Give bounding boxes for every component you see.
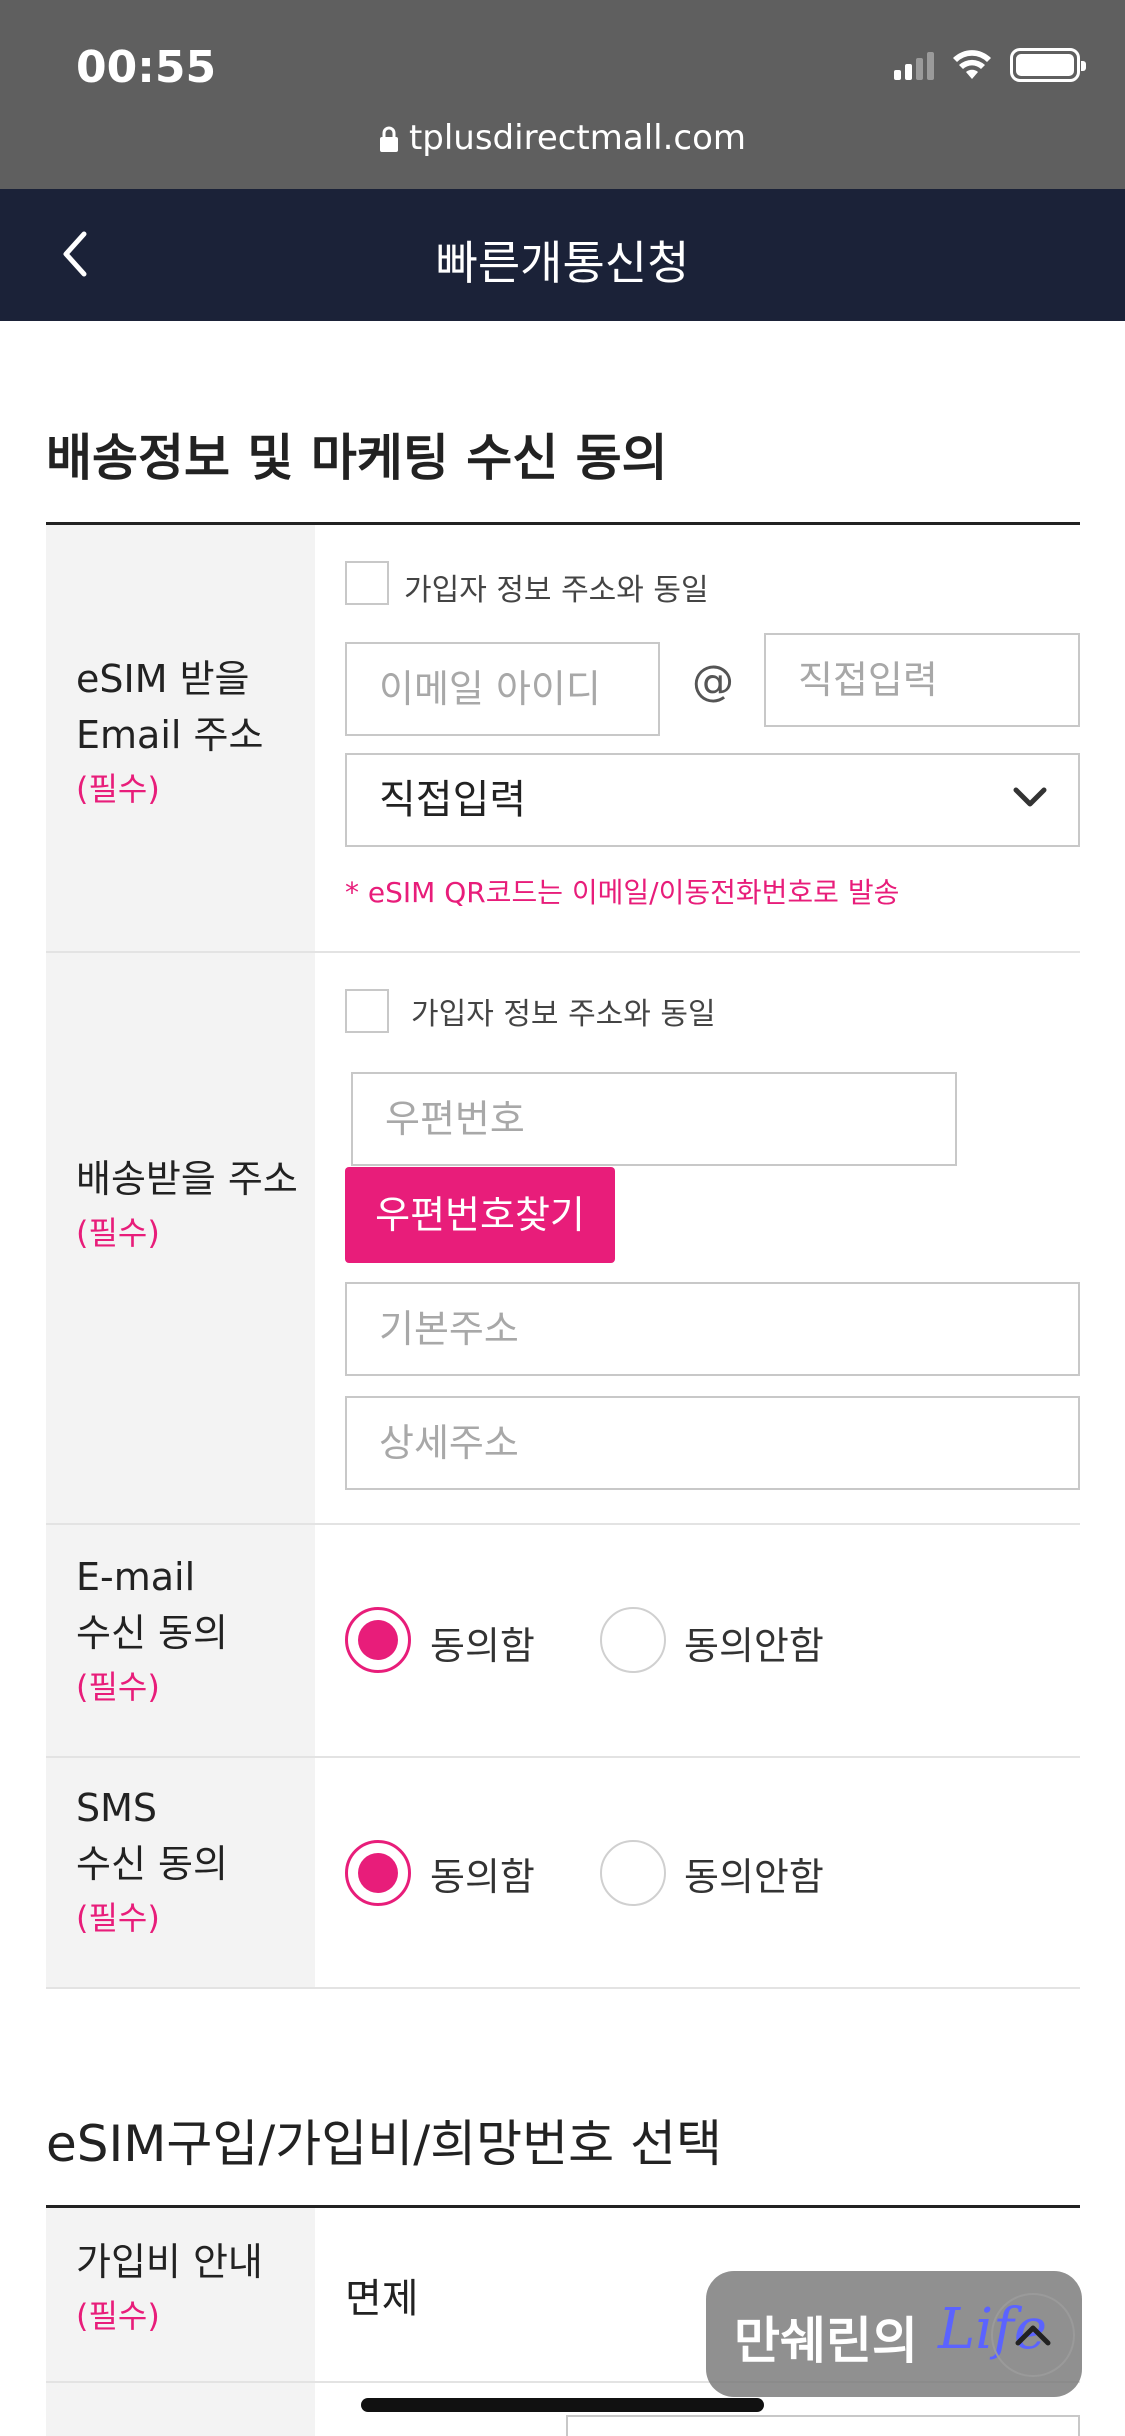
label-line: 배송받을 주소 xyxy=(76,1157,298,1201)
basic-address-input[interactable]: 기본주소 xyxy=(345,1282,1080,1376)
lock-icon xyxy=(379,126,398,152)
signal-icon xyxy=(894,50,934,80)
row-label: 가입비 안내 (필수) xyxy=(76,2234,263,2342)
wifi-icon xyxy=(953,50,991,79)
page-title: 빠른개통신청 xyxy=(435,236,690,290)
home-indicator xyxy=(361,2398,764,2412)
at-symbol: @ xyxy=(692,656,734,705)
battery-icon xyxy=(1010,48,1086,82)
required-mark: (필수) xyxy=(76,1899,160,1937)
label-cell: eSIM 받을 Email 주소 (필수) xyxy=(46,525,315,951)
detail-address-input[interactable]: 상세주소 xyxy=(345,1396,1080,1490)
join-fee-value: 면제 xyxy=(345,2276,419,2322)
required-mark: (필수) xyxy=(76,2297,160,2335)
label-line: Email 주소 xyxy=(76,713,264,757)
row-label: E-mail 수신 동의 (필수) xyxy=(76,1549,228,1713)
label-line: eSIM 받을 xyxy=(76,657,250,701)
label-line: 수신 동의 xyxy=(76,1842,228,1886)
row-sms-consent: SMS 수신 동의 (필수) 동의함 동의안함 xyxy=(46,1758,1080,1989)
page-header: 빠른개통신청 xyxy=(0,189,1125,321)
row-shipping-address: 배송받을 주소 (필수) 가입자 정보 주소와 동일 우편번호 우편번호찾기 기… xyxy=(46,953,1080,1525)
url-text: tplusdirectmall.com xyxy=(408,118,747,158)
scroll-top-button[interactable] xyxy=(991,2293,1075,2377)
required-mark: (필수) xyxy=(76,770,160,808)
agree-label: 동의함 xyxy=(430,1624,535,1668)
label-cell: 배송받을 주소 (필수) xyxy=(46,953,315,1523)
label-cell: 가입비 안내 (필수) xyxy=(46,2208,315,2381)
chevron-down-icon xyxy=(1013,787,1047,807)
agree-label: 동의함 xyxy=(430,1855,535,1899)
email-domain-select[interactable]: 직접입력 xyxy=(345,753,1080,847)
chevron-up-icon xyxy=(1015,2325,1051,2346)
label-cell: SMS 수신 동의 (필수) xyxy=(46,1758,315,1987)
email-consent-disagree-radio[interactable] xyxy=(600,1607,666,1673)
label-line: 수신 동의 xyxy=(76,1611,228,1655)
status-icons xyxy=(894,48,1086,82)
section-title-shipping: 배송정보 및 마케팅 수신 동의 xyxy=(46,429,668,487)
sms-consent-agree-radio[interactable] xyxy=(345,1840,411,1906)
select-value: 직접입력 xyxy=(379,777,527,823)
row-email-consent: E-mail 수신 동의 (필수) 동의함 동의안함 xyxy=(46,1525,1080,1758)
sms-consent-disagree-radio[interactable] xyxy=(600,1840,666,1906)
zipcode-input[interactable]: 우편번호 xyxy=(351,1072,957,1166)
section-title-esim-purchase: eSIM구입/가입비/희망번호 선택 xyxy=(46,2115,722,2173)
email-consent-agree-radio[interactable] xyxy=(345,1607,411,1673)
watermark-overlay: 만쉐린의 Life xyxy=(706,2271,1082,2397)
watermark-text: 만쉐린의 xyxy=(734,2312,918,2370)
same-as-subscriber-checkbox[interactable] xyxy=(345,561,389,605)
same-as-subscriber-label: 가입자 정보 주소와 동일 xyxy=(404,573,709,608)
required-mark: (필수) xyxy=(76,1668,160,1706)
browser-status-bar: 00:55 tplusdirectmall.com xyxy=(0,0,1125,189)
row-label: 배송받을 주소 (필수) xyxy=(76,1151,298,1259)
address-bar[interactable]: tplusdirectmall.com xyxy=(0,118,1125,158)
email-domain-input[interactable]: 직접입력 xyxy=(764,633,1080,727)
same-as-subscriber-checkbox[interactable] xyxy=(345,989,389,1033)
label-line: 가입비 안내 xyxy=(76,2240,263,2284)
disagree-label: 동의안함 xyxy=(684,1855,824,1899)
partial-input[interactable] xyxy=(566,2415,1080,2436)
required-mark: (필수) xyxy=(76,1214,160,1252)
status-time: 00:55 xyxy=(76,42,217,93)
find-zipcode-button[interactable]: 우편번호찾기 xyxy=(345,1167,615,1263)
label-line: SMS xyxy=(76,1786,158,1830)
row-esim-email: eSIM 받을 Email 주소 (필수) 가입자 정보 주소와 동일 이메일 … xyxy=(46,525,1080,953)
row-label: eSIM 받을 Email 주소 (필수) xyxy=(76,651,263,815)
row-label: SMS 수신 동의 (필수) xyxy=(76,1780,228,1944)
label-cell: E-mail 수신 동의 (필수) xyxy=(46,1525,315,1756)
label-line: E-mail xyxy=(76,1555,196,1599)
label-cell xyxy=(46,2383,315,2436)
email-id-input[interactable]: 이메일 아이디 xyxy=(345,642,660,736)
esim-qr-note: * eSIM QR코드는 이메일/이동전화번호로 발송 xyxy=(345,876,900,909)
disagree-label: 동의안함 xyxy=(684,1624,824,1668)
same-as-subscriber-label: 가입자 정보 주소와 동일 xyxy=(411,997,716,1032)
